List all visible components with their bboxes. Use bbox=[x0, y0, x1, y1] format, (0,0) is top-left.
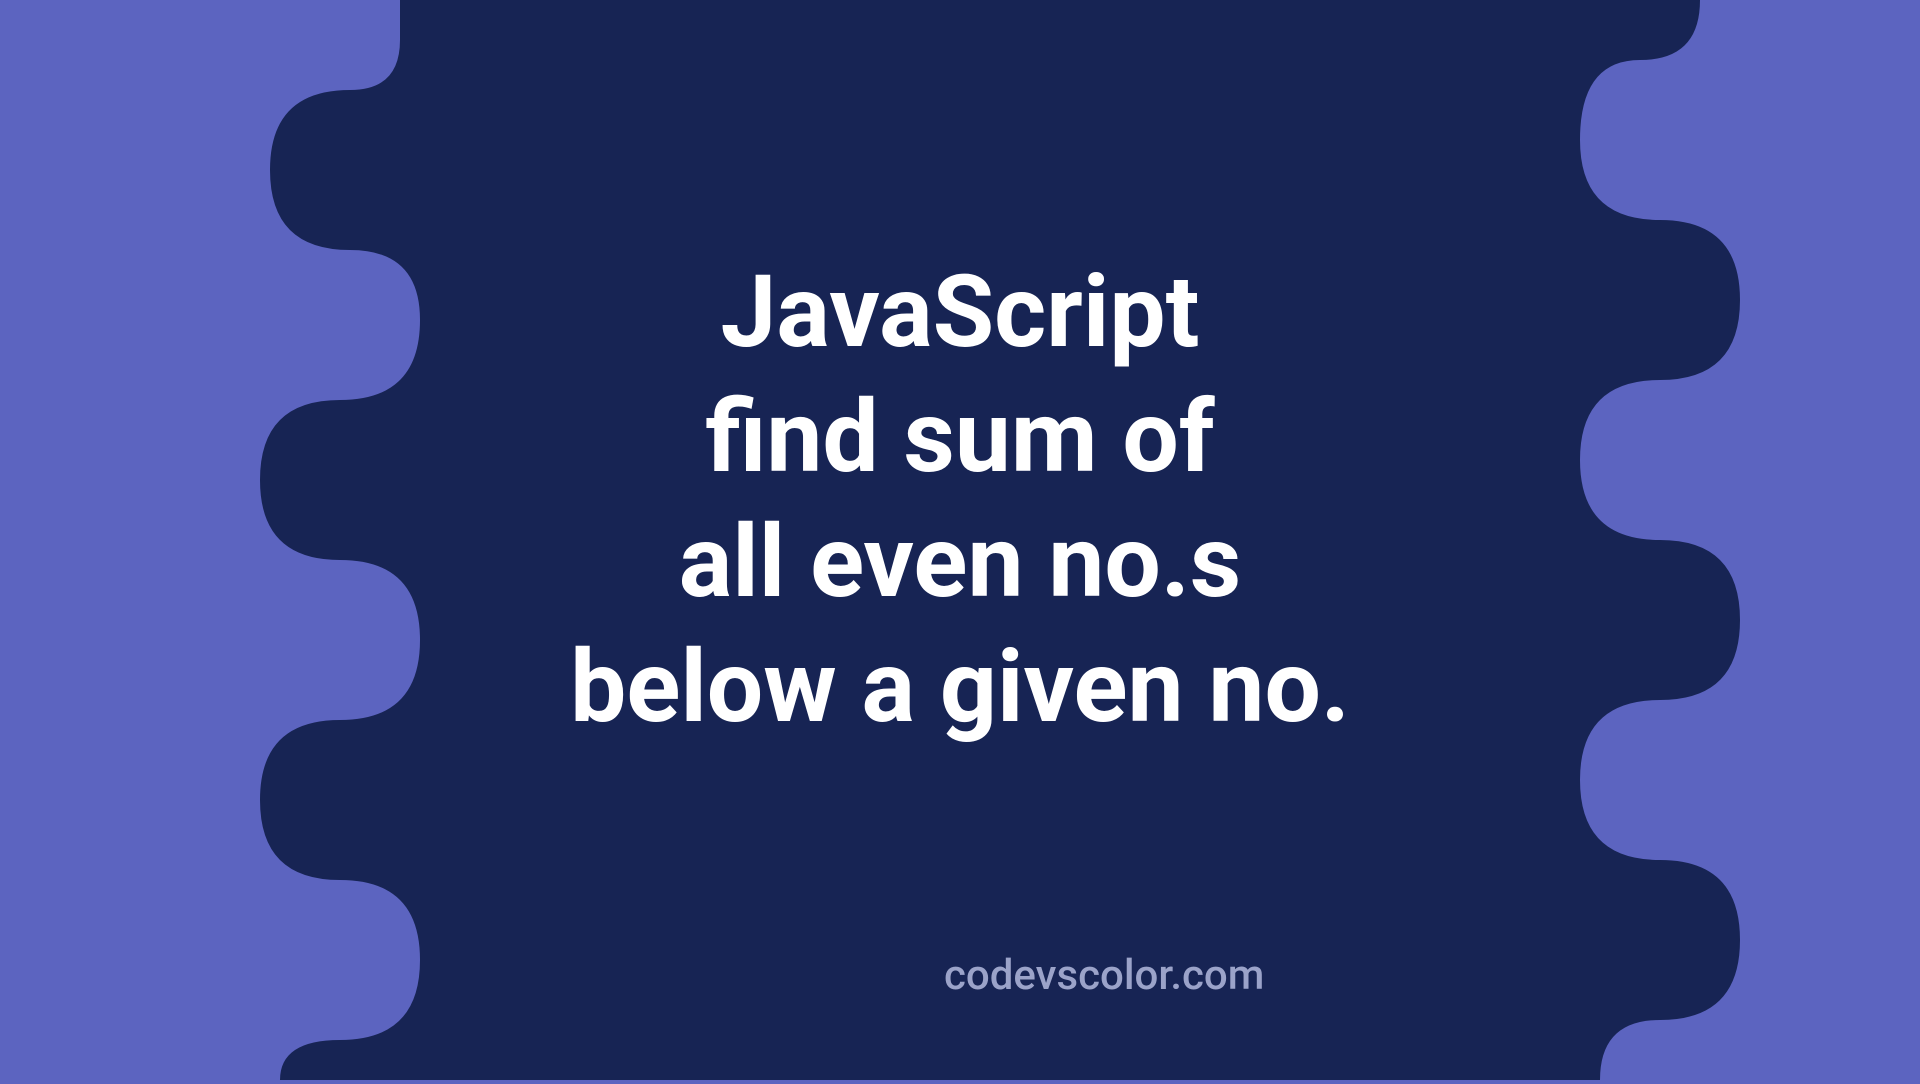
attribution-text: codevscolor.com bbox=[944, 951, 1264, 1000]
main-title: JavaScript find sum of all even no.s bel… bbox=[570, 250, 1350, 750]
